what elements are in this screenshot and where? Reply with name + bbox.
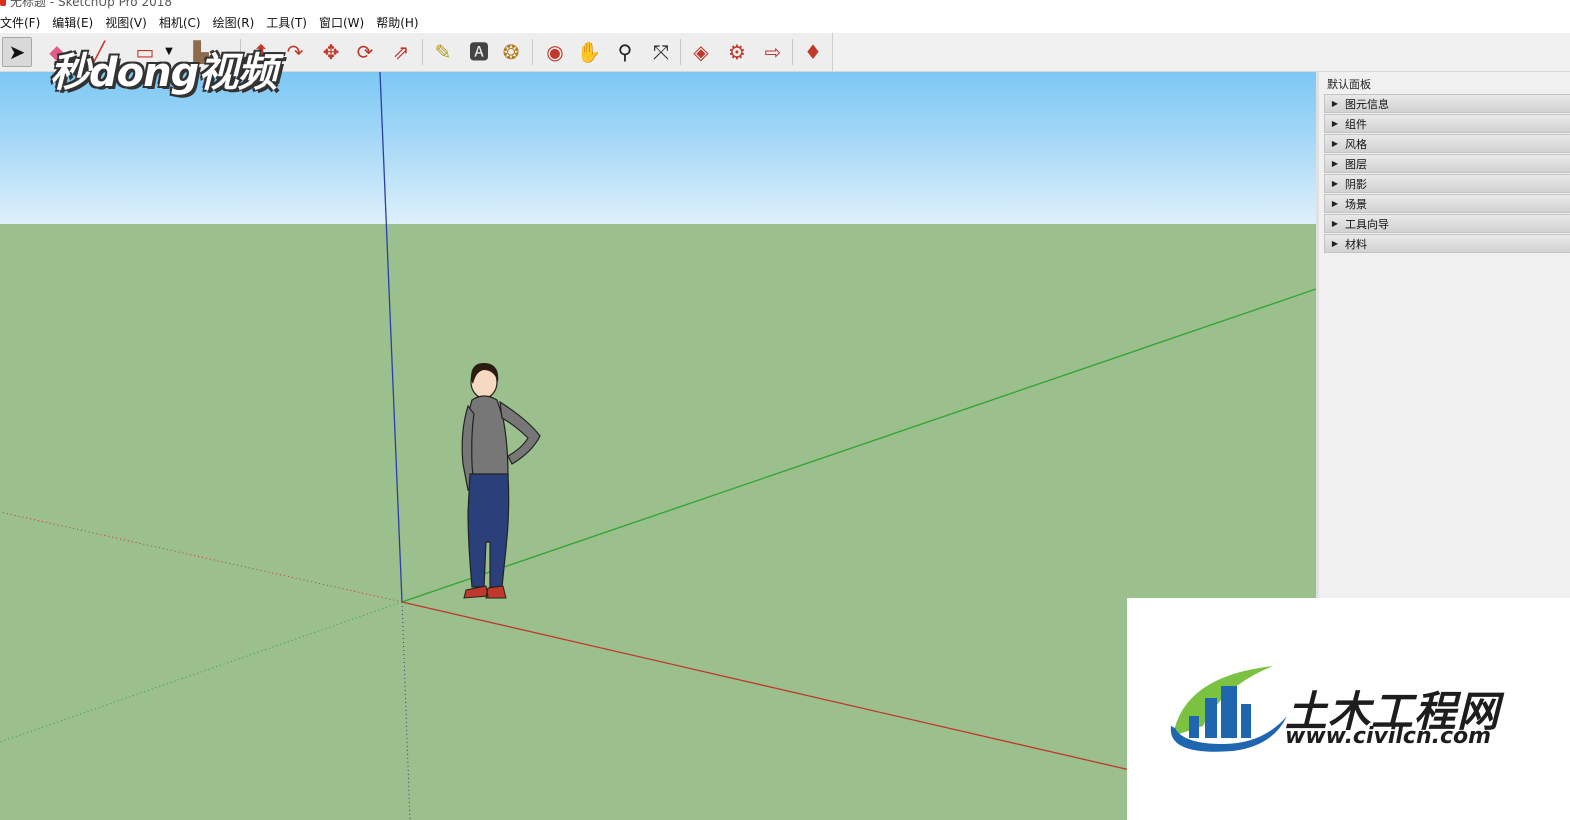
menu-bar: 文件(F) 编辑(E) 视图(V) 相机(C) 绘图(R) 工具(T) 窗口(W… — [0, 11, 1570, 33]
menu-tools[interactable]: 工具(T) — [260, 14, 313, 31]
select-arrow-icon: ➤ — [8, 40, 26, 64]
toolbar-separator — [422, 39, 423, 65]
site-logo-url: www.civilcn.com — [1285, 724, 1492, 749]
site-logo-icon — [1170, 666, 1287, 752]
tray-panel-label: 场景 — [1345, 197, 1367, 211]
app-icon — [0, 0, 6, 6]
3d-warehouse-icon: ◈ — [693, 40, 709, 64]
send-to-layout-icon: ⇨ — [764, 40, 782, 64]
tray-panel-components[interactable]: ▶ 组件 — [1324, 114, 1570, 133]
menu-edit[interactable]: 编辑(E) — [46, 14, 99, 31]
red-axis — [401, 601, 1131, 771]
window-title: 无标题 - SketchUp Pro 2018 — [10, 0, 172, 9]
tray-panel-label: 图元信息 — [1345, 97, 1389, 111]
pan-hand-icon: ✋ — [576, 40, 602, 64]
tray-panel-layers[interactable]: ▶ 图层 — [1324, 154, 1570, 173]
tray-panel-shadows[interactable]: ▶ 阴影 — [1324, 174, 1570, 193]
blue-axis — [379, 72, 403, 603]
extension-warehouse-button[interactable]: ⚙ — [722, 37, 752, 67]
tray-panel-instructor[interactable]: ▶ 工具向导 — [1324, 214, 1570, 233]
select-tool-button[interactable]: ➤ — [2, 37, 32, 67]
menu-camera[interactable]: 相机(C) — [153, 14, 207, 31]
orbit-icon: ◉ — [546, 40, 564, 64]
menu-file[interactable]: 文件(F) — [0, 14, 46, 31]
red-axis-negative — [0, 511, 403, 603]
toolbar-separator — [792, 39, 793, 65]
tray-panel-entity-info[interactable]: ▶ 图元信息 — [1324, 94, 1570, 113]
text-label-icon: 🅰 — [469, 40, 489, 64]
video-brand-watermark: 秒dong视频 — [50, 50, 277, 96]
paint-bucket-icon: ❂ — [502, 40, 520, 64]
toolbar-separator — [532, 39, 533, 65]
zoom-extents-icon: ⤧ — [653, 40, 669, 64]
tray-panel-label: 风格 — [1345, 137, 1367, 151]
tray-panel-list: ▶ 图元信息 ▶ 组件 ▶ 风格 ▶ 图层 ▶ 阴影 ▶ 场景 ▶ 工具向导 ▶ 材料 — [1324, 94, 1570, 254]
figure-legs — [467, 473, 510, 588]
expand-arrow-icon: ▶ — [1331, 199, 1339, 208]
menu-help[interactable]: 帮助(H) — [370, 14, 424, 31]
zoom-tool-button[interactable]: ⚲ — [610, 37, 640, 67]
zoom-extents-tool-button[interactable]: ⤧ — [646, 37, 676, 67]
extension-warehouse-icon: ⚙ — [728, 40, 746, 64]
expand-arrow-icon: ▶ — [1331, 139, 1339, 148]
move-icon: ✥ — [322, 40, 340, 64]
expand-arrow-icon: ▶ — [1331, 119, 1339, 128]
zoom-icon: ⚲ — [617, 40, 633, 64]
modeling-viewport[interactable] — [0, 72, 1316, 820]
blue-axis-negative — [401, 601, 411, 820]
tray-panel-styles[interactable]: ▶ 风格 — [1324, 134, 1570, 153]
ruby-console-icon: ♦ — [804, 40, 822, 64]
axes-and-figure — [0, 72, 1316, 820]
send-to-layout-button[interactable]: ⇨ — [758, 37, 788, 67]
move-tool-button[interactable]: ✥ — [316, 37, 346, 67]
expand-arrow-icon: ▶ — [1331, 99, 1339, 108]
tray-title: 默认面板 — [1327, 78, 1371, 91]
tape-measure-icon: ✎ — [434, 40, 452, 64]
rotate-tool-button[interactable]: ⟳ — [350, 37, 380, 67]
green-axis-negative — [0, 601, 403, 743]
scale-figure — [461, 362, 541, 599]
scale-tool-button[interactable]: ⇗ — [386, 37, 416, 67]
paint-bucket-tool-button[interactable]: ❂ — [496, 37, 526, 67]
menu-window[interactable]: 窗口(W) — [313, 14, 370, 31]
site-logo-watermark: 土木工程网 www.civilcn.com — [1127, 598, 1570, 820]
expand-arrow-icon: ▶ — [1331, 159, 1339, 168]
toolbar-separator — [680, 39, 681, 65]
green-axis — [401, 288, 1316, 603]
scale-icon: ⇗ — [392, 40, 410, 64]
tray-panel-label: 阴影 — [1345, 177, 1367, 191]
expand-arrow-icon: ▶ — [1331, 179, 1339, 188]
menu-draw[interactable]: 绘图(R) — [207, 14, 261, 31]
tray-panel-materials[interactable]: ▶ 材料 — [1324, 234, 1570, 253]
tray-panel-label: 图层 — [1345, 157, 1367, 171]
rotate-icon: ⟳ — [356, 40, 374, 64]
figure-shoes — [463, 585, 507, 599]
orbit-tool-button[interactable]: ◉ — [540, 37, 570, 67]
tape-measure-tool-button[interactable]: ✎ — [428, 37, 458, 67]
pan-tool-button[interactable]: ✋ — [574, 37, 604, 67]
tray-panel-label: 工具向导 — [1345, 217, 1389, 231]
text-tool-button[interactable]: 🅰 — [464, 37, 494, 67]
3d-warehouse-button[interactable]: ◈ — [686, 37, 716, 67]
title-bar: 无标题 - SketchUp Pro 2018 — [0, 0, 1570, 10]
tray-panel-label: 组件 — [1345, 117, 1367, 131]
tray-panel-scenes[interactable]: ▶ 场景 — [1324, 194, 1570, 213]
expand-arrow-icon: ▶ — [1331, 239, 1339, 248]
ruby-console-button[interactable]: ♦ — [798, 37, 828, 67]
expand-arrow-icon: ▶ — [1331, 219, 1339, 228]
tray-panel-label: 材料 — [1345, 237, 1367, 251]
menu-view[interactable]: 视图(V) — [99, 14, 153, 31]
